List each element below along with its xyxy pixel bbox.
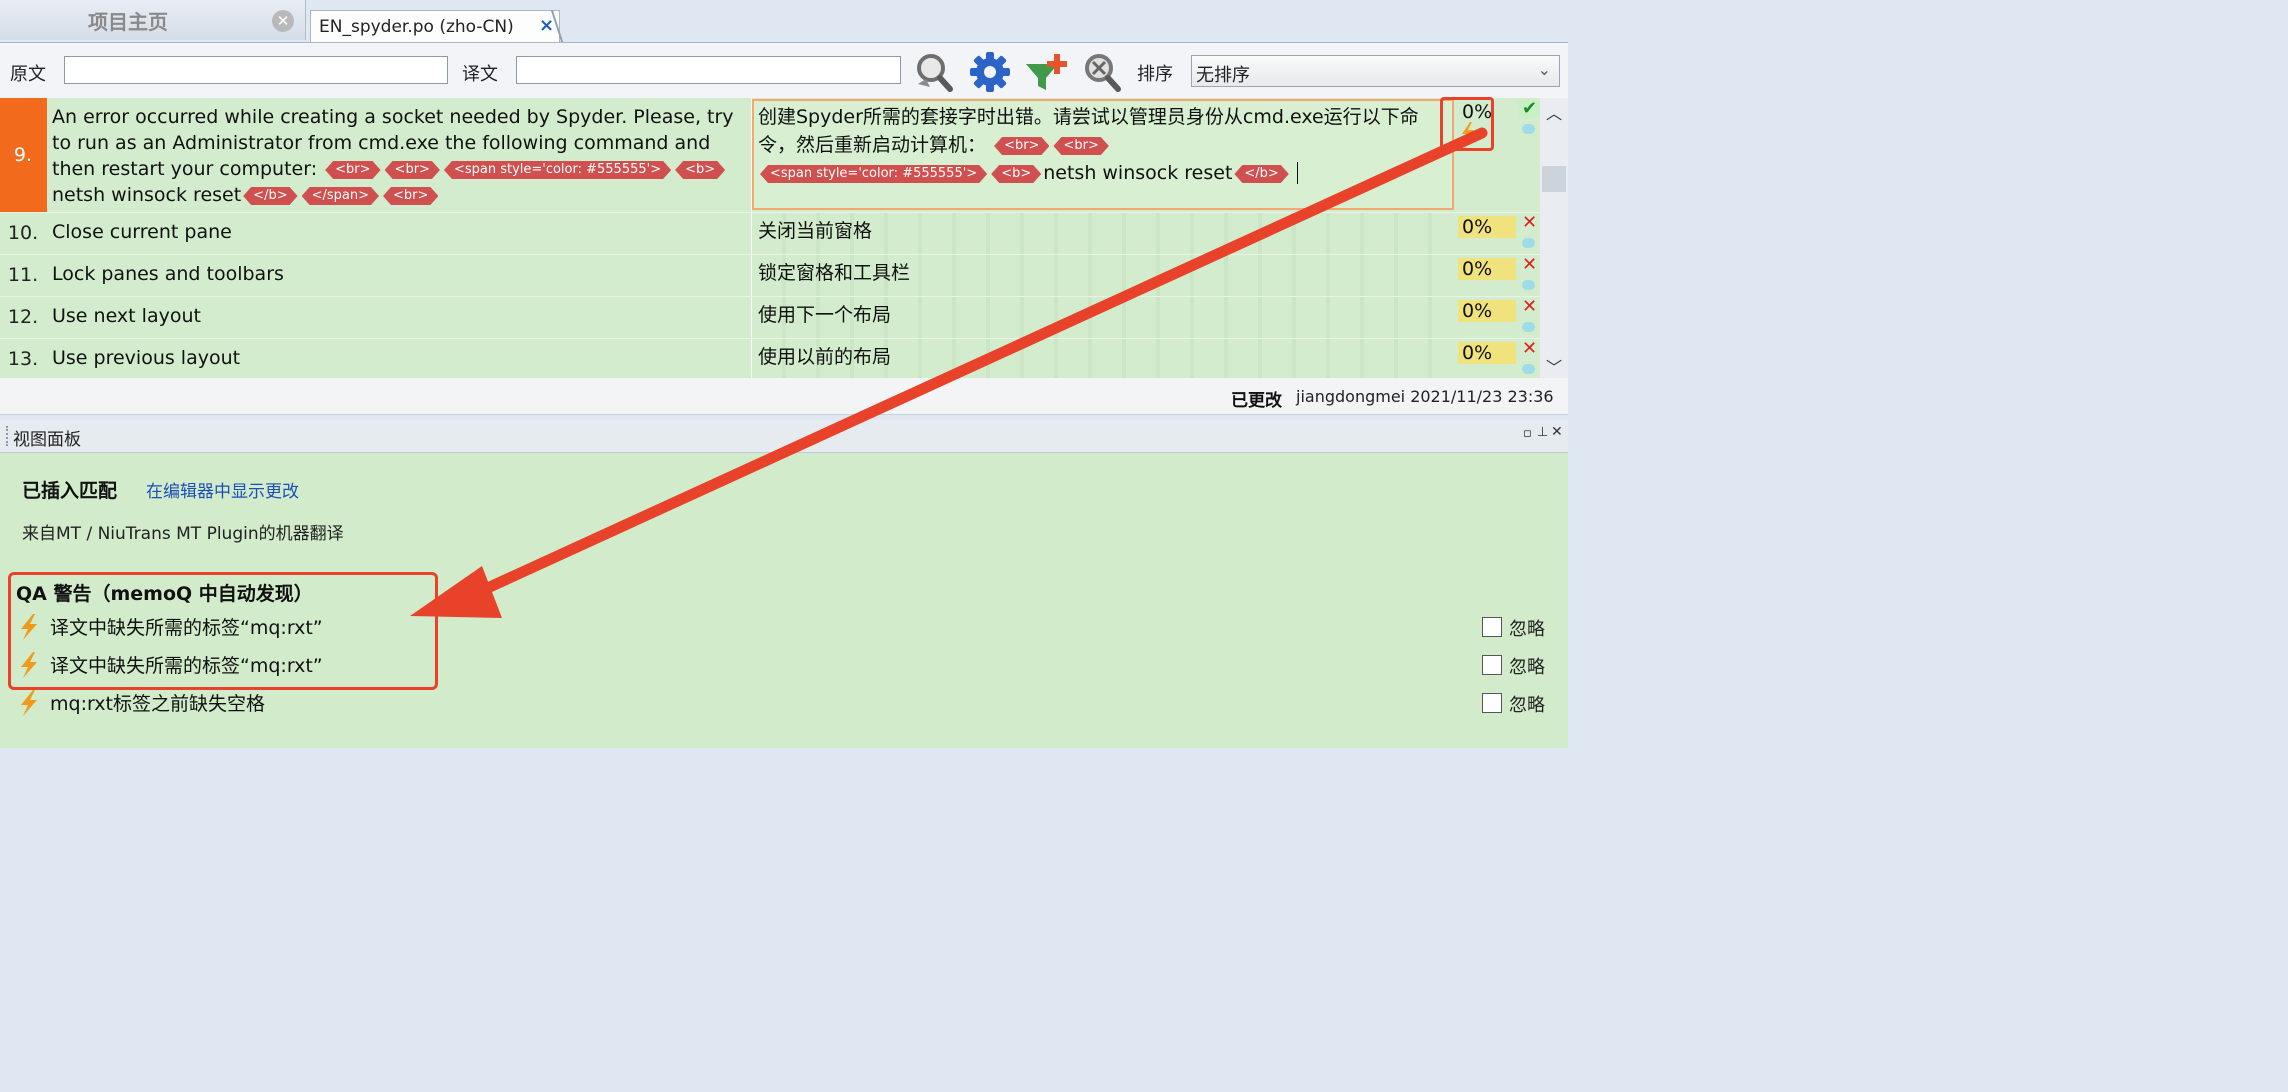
tab-bar: 项目主页 ✕ EN_spyder.po (zho-CN) ×: [0, 0, 1568, 43]
ignore-checkbox[interactable]: [1482, 655, 1502, 675]
tag-span[interactable]: <span style='color: #555555'>: [760, 165, 987, 183]
tag-br[interactable]: <br>: [1053, 137, 1108, 155]
grid-scrollbar[interactable]: ︿ ﹀: [1540, 98, 1568, 378]
tag-span[interactable]: <span style='color: #555555'>: [444, 161, 671, 179]
tab-document-label: EN_spyder.po (zho-CN): [319, 17, 514, 37]
row-divider: [0, 296, 1540, 297]
source-text: Close current pane: [52, 221, 232, 243]
tab-document[interactable]: EN_spyder.po (zho-CN) ×: [310, 10, 560, 42]
text-cursor: [1296, 162, 1304, 184]
warning-bolt-icon: [21, 690, 37, 716]
status-bar: 已更改 jiangdongmei 2021/11/23 23:36: [0, 378, 1568, 415]
ignore-checkbox[interactable]: [1482, 693, 1502, 713]
unconfirmed-x-icon[interactable]: ✕: [1522, 296, 1537, 317]
sort-dropdown[interactable]: 无排序 ⌄: [1191, 55, 1560, 87]
target-text: 锁定窗格和工具栏: [758, 262, 911, 284]
scroll-down-icon[interactable]: ﹀: [1546, 354, 1562, 378]
tab-project-home-label: 项目主页: [88, 10, 168, 34]
search-filter-icon[interactable]: [912, 51, 956, 95]
match-percent: 0%: [1458, 216, 1516, 238]
ignore-checkbox[interactable]: [1482, 617, 1502, 637]
tag-br[interactable]: <br>: [385, 161, 440, 179]
target-text: netsh winsock reset: [1043, 162, 1233, 184]
source-filter-label: 原文: [10, 64, 46, 85]
comment-icon[interactable]: [1522, 238, 1535, 248]
target-text: 关闭当前窗格: [758, 220, 873, 242]
clear-search-icon[interactable]: [1080, 51, 1124, 95]
unconfirmed-x-icon[interactable]: ✕: [1522, 254, 1537, 275]
source-text: netsh: [52, 184, 106, 206]
match-percent: 0%: [1458, 342, 1516, 364]
close-icon[interactable]: ✕: [272, 10, 294, 32]
close-panel-icon[interactable]: ✕: [1551, 424, 1563, 440]
tag-b-close[interactable]: </b>: [243, 187, 297, 205]
unconfirmed-x-icon[interactable]: ✕: [1522, 212, 1537, 233]
target-text: 使用下一个布局: [758, 304, 892, 326]
source-text: Use next layout: [52, 305, 201, 327]
ignore-label[interactable]: 忽略: [1509, 691, 1545, 717]
show-changes-link[interactable]: 在编辑器中显示更改: [146, 477, 299, 502]
qa-warning-text: mq:rxt标签之前缺失空格: [50, 693, 265, 715]
comment-icon[interactable]: [1522, 124, 1535, 134]
row-number: 10.: [7, 222, 39, 244]
inserted-match-label: 已插入匹配: [22, 480, 118, 502]
tag-br[interactable]: <br>: [383, 187, 438, 205]
annotation-highlight-box: [1440, 97, 1494, 151]
restore-icon[interactable]: ▫: [1523, 426, 1532, 441]
comment-icon[interactable]: [1522, 322, 1535, 332]
translation-grid: 9. An error occurred while creating a so…: [0, 98, 1568, 378]
ignore-label[interactable]: 忽略: [1509, 615, 1545, 641]
row-number: 12.: [7, 306, 39, 328]
active-source-segment: An error occurred while creating a socke…: [52, 104, 746, 208]
view-panel-body: 已插入匹配 在编辑器中显示更改 来自MT / NiuTrans MT Plugi…: [0, 453, 1568, 748]
tab-project-home[interactable]: 项目主页 ✕: [0, 0, 306, 40]
ignore-label[interactable]: 忽略: [1509, 653, 1545, 679]
scrollbar-thumb[interactable]: [1542, 166, 1566, 192]
source-text: winsock reset: [111, 184, 242, 206]
last-modified: jiangdongmei 2021/11/23 23:36: [1296, 387, 1554, 406]
comment-icon[interactable]: [1522, 364, 1535, 374]
tag-b[interactable]: <b>: [991, 165, 1041, 183]
source-text: Lock panes and toolbars: [52, 263, 284, 285]
annotation-highlight-box: [8, 572, 438, 690]
target-text: 使用以前的布局: [758, 346, 892, 368]
add-filter-icon[interactable]: [1024, 50, 1070, 94]
tag-br[interactable]: <br>: [994, 137, 1049, 155]
confirmed-check-icon[interactable]: ✔: [1522, 98, 1537, 119]
pin-icon[interactable]: ⊥: [1537, 425, 1548, 440]
row-divider: [0, 338, 1540, 339]
close-tab-icon[interactable]: ×: [539, 15, 554, 36]
drag-handle[interactable]: [6, 426, 10, 446]
match-percent: 0%: [1458, 258, 1516, 280]
unconfirmed-x-icon[interactable]: ✕: [1522, 338, 1537, 359]
target-filter-label: 译文: [462, 64, 498, 85]
chevron-down-icon: ⌄: [1537, 60, 1551, 79]
row-number: 13.: [7, 348, 39, 370]
view-panel-title: 视图面板: [13, 430, 81, 450]
row-divider: [0, 212, 1540, 213]
qa-warning-item: mq:rxt标签之前缺失空格: [18, 689, 265, 716]
view-panel-header: 视图面板 ▫ ⊥ ✕: [0, 420, 1568, 453]
tag-b-close[interactable]: </b>: [1234, 165, 1288, 183]
tag-span-close[interactable]: </span>: [302, 187, 379, 205]
sort-label: 排序: [1137, 64, 1173, 85]
source-filter-input[interactable]: [64, 56, 448, 84]
gear-icon[interactable]: [968, 50, 1012, 94]
comment-icon[interactable]: [1522, 280, 1535, 290]
row-number: 11.: [7, 264, 39, 286]
active-target-segment[interactable]: 创建Spyder所需的套接字时出错。请尝试以管理员身份从cmd.exe运行以下命…: [758, 103, 1438, 187]
mt-source-text: 来自MT / NiuTrans MT Plugin的机器翻译: [22, 524, 344, 544]
tag-b[interactable]: <b>: [675, 161, 725, 179]
row-number: 9.: [13, 144, 33, 166]
row-divider: [0, 254, 1540, 255]
changed-label: 已更改: [1231, 391, 1282, 411]
match-percent: 0%: [1458, 300, 1516, 322]
source-text: Use previous layout: [52, 347, 241, 369]
tag-br[interactable]: <br>: [325, 161, 380, 179]
scroll-up-icon[interactable]: ︿: [1546, 100, 1562, 124]
target-filter-input[interactable]: [516, 56, 901, 84]
sort-dropdown-value: 无排序: [1196, 65, 1250, 86]
